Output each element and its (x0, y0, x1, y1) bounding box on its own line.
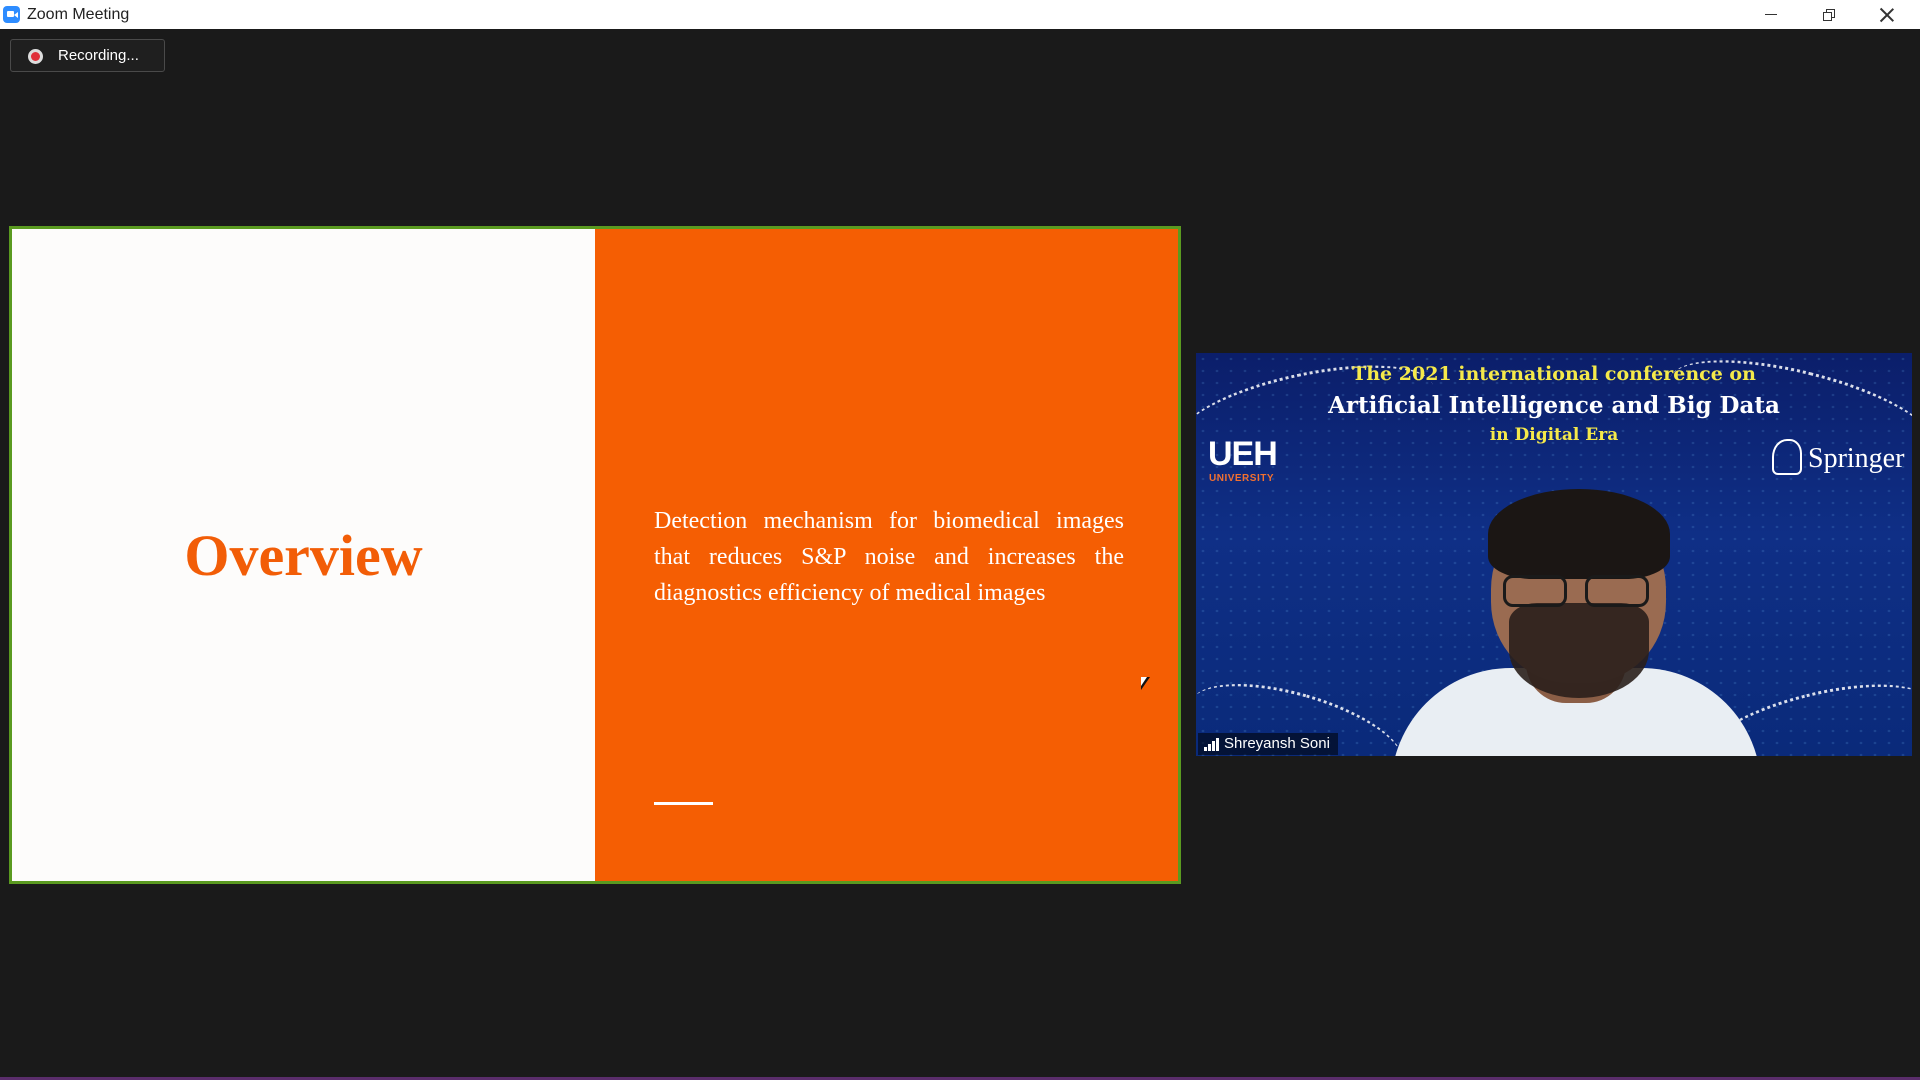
springer-logo: Springer (1808, 443, 1905, 474)
minimize-icon (1765, 13, 1777, 16)
background-heading-line2: Artificial Intelligence and Big Data (1328, 392, 1780, 419)
glasses (1503, 575, 1653, 607)
background-heading-line1: The 2021 international conference on (1352, 363, 1756, 385)
recording-indicator[interactable]: Recording... (10, 39, 165, 72)
restore-button[interactable] (1800, 0, 1858, 29)
slide-divider (654, 802, 713, 805)
mouse-cursor-icon (1141, 677, 1150, 690)
close-button[interactable] (1858, 0, 1916, 29)
shared-screen-slide: Overview Detection mechanism for biomedi… (9, 226, 1181, 884)
participant-person (1391, 483, 1761, 756)
ueh-logo: UEH (1208, 435, 1278, 473)
ueh-logo-sub: UNIVERSITY (1209, 473, 1275, 484)
zoom-app-icon (3, 6, 20, 23)
slide-title: Overview (184, 522, 423, 588)
recording-label: Recording... (58, 47, 139, 64)
window-title: Zoom Meeting (27, 6, 130, 23)
title-bar: Zoom Meeting (0, 0, 1920, 29)
springer-horse-icon (1772, 439, 1802, 475)
close-icon (1880, 8, 1894, 22)
slide-right-panel: Detection mechanism for biomedical image… (595, 229, 1178, 881)
participant-name: Shreyansh Soni (1224, 735, 1330, 752)
minimize-button[interactable] (1742, 0, 1800, 29)
signal-icon (1204, 738, 1220, 751)
slide-left-panel: Overview (12, 229, 595, 881)
background-heading-line3: in Digital Era (1489, 425, 1619, 445)
participant-video[interactable]: The 2021 international conference on Art… (1196, 353, 1912, 756)
slide-body-text: Detection mechanism for biomedical image… (654, 508, 1124, 606)
record-icon (28, 49, 43, 64)
participant-name-tag: Shreyansh Soni (1198, 733, 1338, 755)
restore-icon (1823, 8, 1835, 21)
